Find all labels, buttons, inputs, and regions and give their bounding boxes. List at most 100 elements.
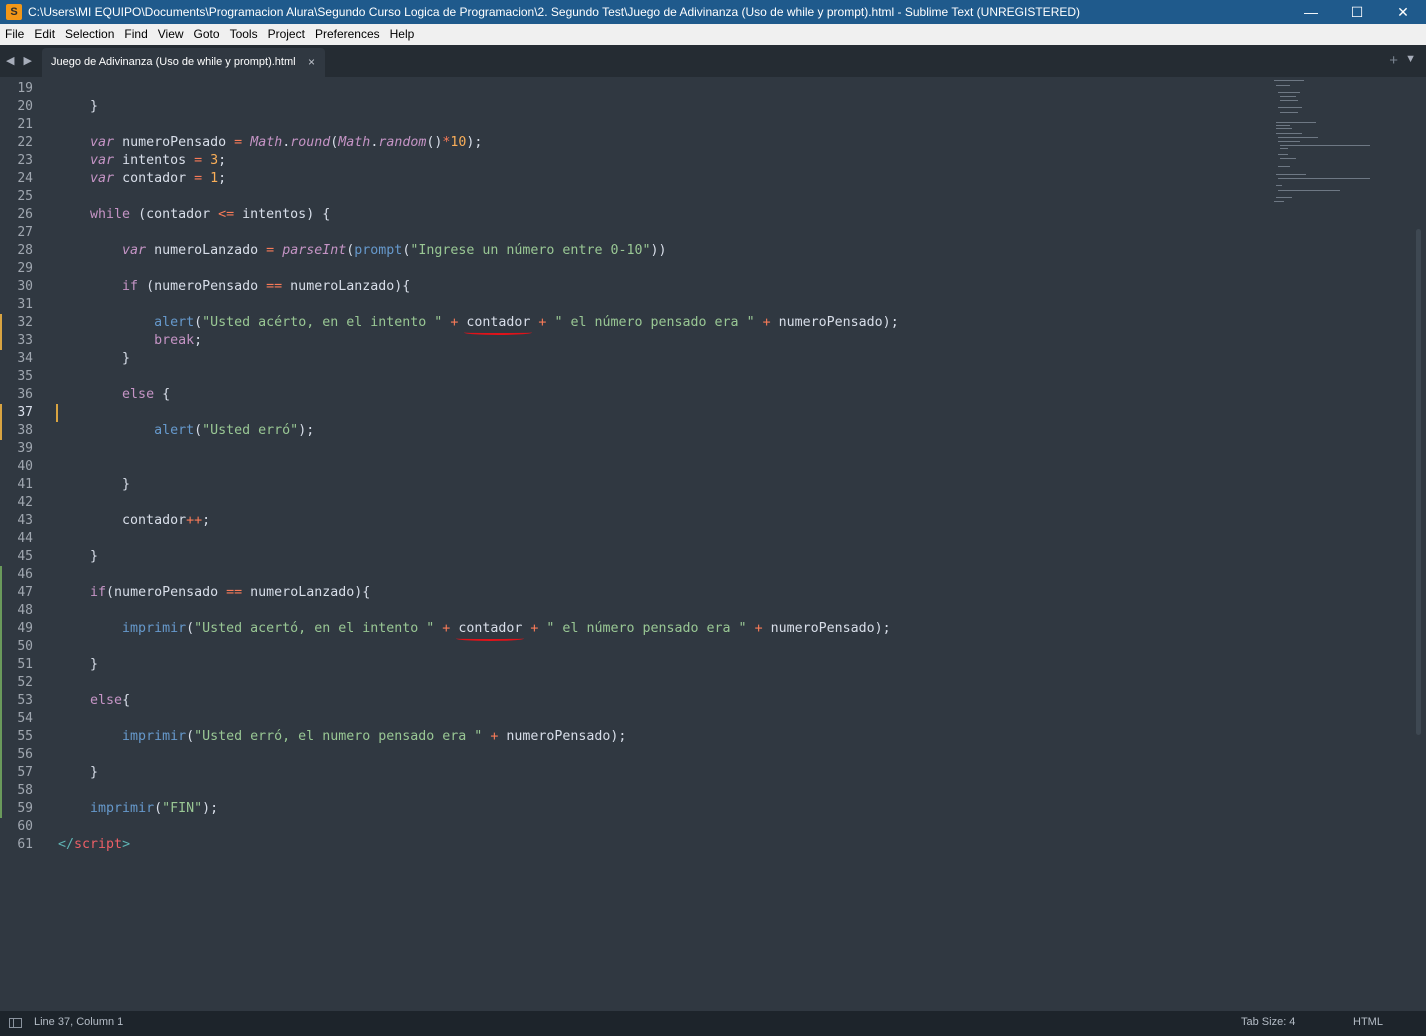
line-number: 54: [17, 711, 33, 726]
line-number: 51: [17, 657, 33, 672]
line-number: 26: [17, 207, 33, 222]
menu-project[interactable]: Project: [263, 24, 310, 45]
code-line: var intentos = 3;: [90, 153, 227, 168]
line-number: 21: [17, 117, 33, 132]
editor-area[interactable]: 19 20 21 22 23 24 25 26 27 28 29 30 31 3…: [0, 77, 1426, 1011]
menu-selection[interactable]: Selection: [60, 24, 119, 45]
line-number: 46: [17, 567, 33, 582]
code-line: }: [58, 351, 131, 366]
line-number: 34: [17, 351, 33, 366]
line-number: 24: [17, 171, 33, 186]
code-line: else{: [90, 693, 131, 708]
tab-nav-arrows-icon[interactable]: ◀ ▶: [6, 54, 35, 67]
maximize-button[interactable]: ☐: [1334, 0, 1380, 24]
line-number: 41: [17, 477, 33, 492]
tab-size-indicator[interactable]: Tab Size: 4: [1241, 1016, 1295, 1028]
line-number: 43: [17, 513, 33, 528]
line-number: 60: [17, 819, 33, 834]
code-text[interactable]: } var numeroPensado = Math.round(Math.ra…: [58, 80, 899, 854]
status-bar: Line 37, Column 1 Tab Size: 4 HTML: [0, 1011, 1426, 1036]
line-number: 25: [17, 189, 33, 204]
code-line: imprimir("Usted erró, el numero pensado …: [122, 729, 627, 744]
line-number: 48: [17, 603, 33, 618]
line-number: 42: [17, 495, 33, 510]
code-line: var numeroLanzado = parseInt(prompt("Ing…: [122, 243, 667, 258]
tab-active-file[interactable]: Juego de Adivinanza (Uso de while y prom…: [42, 48, 325, 77]
line-number-active: 37: [17, 405, 33, 420]
modified-line-marker: [0, 314, 2, 332]
code-line: imprimir("FIN");: [90, 801, 219, 816]
line-number: 33: [17, 333, 33, 348]
menu-edit[interactable]: Edit: [29, 24, 60, 45]
tab-dropdown-icon[interactable]: ▼: [1405, 53, 1416, 65]
minimize-button[interactable]: —: [1288, 0, 1334, 24]
code-line: alert("Usted acérto, en el intento " + c…: [154, 315, 899, 330]
code-line: var contador = 1;: [90, 171, 227, 186]
line-number: 56: [17, 747, 33, 762]
line-number: 20: [17, 99, 33, 114]
line-number: 61: [17, 837, 33, 852]
line-number: 52: [17, 675, 33, 690]
line-number: 57: [17, 765, 33, 780]
line-number: 47: [17, 585, 33, 600]
window-title: C:\Users\MI EQUIPO\Documents\Programacio…: [28, 5, 1081, 19]
code-line: var numeroPensado = Math.round(Math.rand…: [90, 135, 483, 150]
menu-find[interactable]: Find: [119, 24, 152, 45]
code-line: imprimir("Usted acertó, en el intento " …: [122, 621, 891, 636]
vertical-scrollbar[interactable]: [1416, 229, 1421, 735]
close-window-button[interactable]: ✕: [1380, 0, 1426, 24]
modified-line-marker: [0, 404, 2, 422]
line-number: 40: [17, 459, 33, 474]
minimap[interactable]: [1272, 77, 1412, 207]
added-lines-marker: [0, 566, 2, 818]
menu-file[interactable]: File: [0, 24, 29, 45]
menu-tools[interactable]: Tools: [225, 24, 263, 45]
panel-toggle-icon[interactable]: [9, 1018, 22, 1028]
line-number: 35: [17, 369, 33, 384]
code-line: while (contador <= intentos) {: [90, 207, 331, 222]
underlined-contador: contador: [466, 315, 531, 330]
title-bar: S C:\Users\MI EQUIPO\Documents\Programac…: [0, 0, 1426, 24]
menu-bar: File Edit Selection Find View Goto Tools…: [0, 24, 1426, 45]
menu-view[interactable]: View: [153, 24, 189, 45]
menu-goto[interactable]: Goto: [189, 24, 225, 45]
line-number-gutter: 19 20 21 22 23 24 25 26 27 28 29 30 31 3…: [0, 80, 42, 854]
code-line: }: [58, 549, 99, 564]
new-tab-icon[interactable]: +: [1389, 52, 1398, 69]
line-number: 30: [17, 279, 33, 294]
sublime-logo-icon: S: [6, 4, 22, 20]
tab-label: Juego de Adivinanza (Uso de while y prom…: [51, 56, 296, 68]
menu-preferences[interactable]: Preferences: [310, 24, 385, 45]
line-number: 58: [17, 783, 33, 798]
menu-help[interactable]: Help: [385, 24, 420, 45]
line-number: 59: [17, 801, 33, 816]
line-number: 38: [17, 423, 33, 438]
line-number: 22: [17, 135, 33, 150]
code-line: contador++;: [58, 513, 211, 528]
syntax-indicator[interactable]: HTML: [1353, 1016, 1383, 1028]
tab-close-icon[interactable]: ×: [308, 48, 315, 77]
code-line: </script>: [58, 837, 131, 852]
line-number: 39: [17, 441, 33, 456]
line-number: 49: [17, 621, 33, 636]
underlined-contador: contador: [458, 621, 523, 636]
cursor-position: Line 37, Column 1: [34, 1016, 124, 1028]
line-number: 53: [17, 693, 33, 708]
